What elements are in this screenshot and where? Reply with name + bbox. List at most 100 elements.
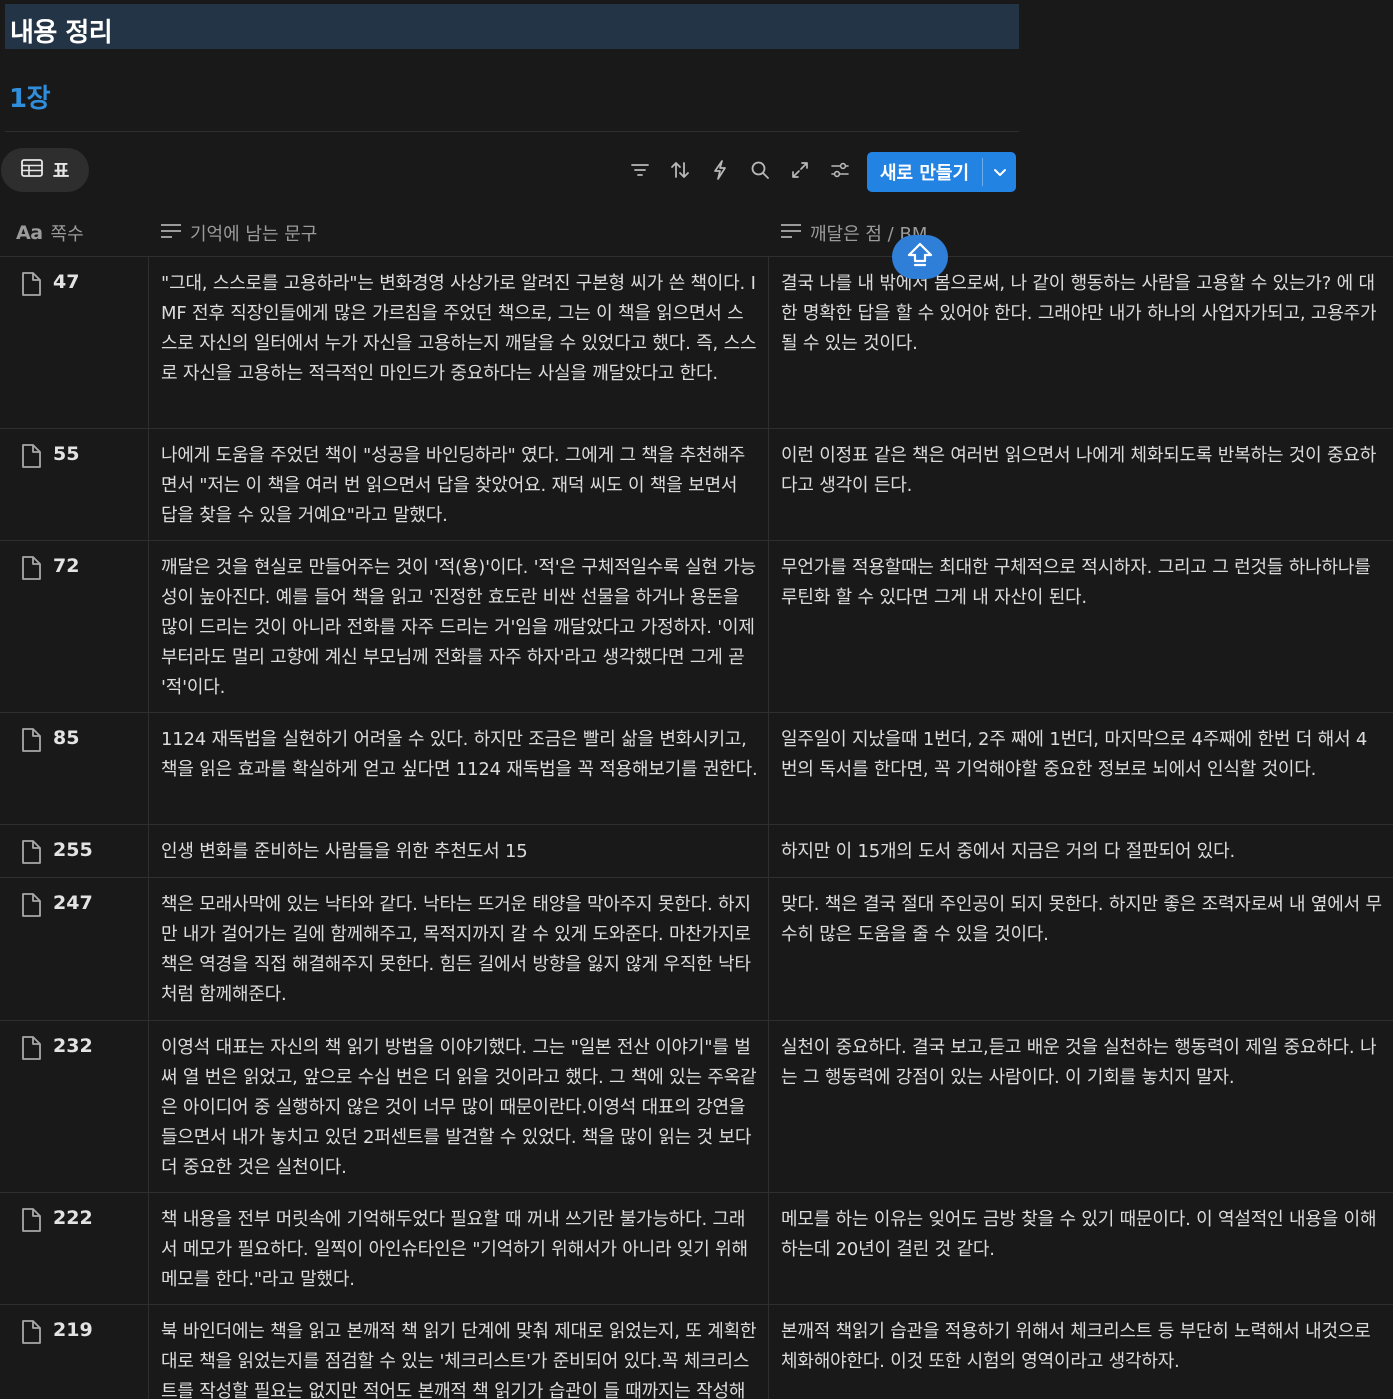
search-icon bbox=[750, 160, 770, 184]
page-number: 85 bbox=[53, 727, 80, 749]
chapter-heading[interactable]: 1장 bbox=[9, 78, 51, 115]
page-cell[interactable]: 219 bbox=[0, 1305, 149, 1399]
automation-button[interactable] bbox=[700, 154, 740, 190]
page-number: 255 bbox=[53, 839, 93, 861]
insight-cell[interactable]: 메모를 하는 이유는 잊어도 금방 찾을 수 있기 때문이다. 이 역설적인 내… bbox=[769, 1193, 1393, 1304]
page-number: 247 bbox=[53, 892, 93, 914]
arrow-up-icon bbox=[905, 240, 935, 274]
view-tab-label: 표 bbox=[52, 161, 70, 182]
column-header-page[interactable]: Aa 쪽수 bbox=[16, 220, 84, 246]
insight-text: 이런 이정표 같은 책은 여러번 읽으면서 나에게 체화되도록 반복하는 것이 … bbox=[781, 445, 1377, 496]
table-body: 47 "그대, 스스로를 고용하라"는 변화경영 사상가로 알려진 구본형 씨가… bbox=[0, 257, 1393, 1399]
table-icon bbox=[20, 159, 43, 181]
insight-text: 본깨적 책읽기 습관을 적용하기 위해서 체크리스트 등 부단히 노력해서 내것… bbox=[781, 1321, 1371, 1372]
insight-cell[interactable]: 맞다. 책은 결국 절대 주인공이 되지 못한다. 하지만 좋은 조력자로써 내… bbox=[769, 878, 1393, 1020]
toolbar bbox=[620, 154, 860, 190]
table-row[interactable]: 55 나에게 도움을 주었던 책이 "성공을 바인딩하라" 였다. 그에게 그 … bbox=[0, 429, 1393, 541]
page-cell[interactable]: 55 bbox=[0, 429, 149, 540]
quote-cell[interactable]: 책은 모래사막에 있는 낙타와 같다. 낙타는 뜨거운 태양을 막아주지 못한다… bbox=[149, 878, 769, 1020]
text-property-icon bbox=[160, 223, 182, 244]
insight-text: 결국 나를 내 밖에서 봄으로써, 나 같이 행동하는 사람을 고용할 수 있는… bbox=[781, 273, 1377, 354]
insight-cell[interactable]: 이런 이정표 같은 책은 여러번 읽으면서 나에게 체화되도록 반복하는 것이 … bbox=[769, 429, 1393, 540]
quote-cell[interactable]: 이영석 대표는 자신의 책 읽기 방법을 이야기했다. 그는 "일본 전산 이야… bbox=[149, 1021, 769, 1192]
expand-button[interactable] bbox=[780, 154, 820, 190]
sort-icon bbox=[670, 161, 690, 183]
insight-cell[interactable]: 하지만 이 15개의 도서 중에서 지금은 거의 다 절판되어 있다. bbox=[769, 825, 1393, 877]
title-property-icon: Aa bbox=[16, 222, 43, 244]
insight-cell[interactable]: 결국 나를 내 밖에서 봄으로써, 나 같이 행동하는 사람을 고용할 수 있는… bbox=[769, 257, 1393, 428]
page-document-icon bbox=[20, 443, 42, 473]
new-button-dropdown[interactable] bbox=[983, 152, 1016, 192]
insight-text: 맞다. 책은 결국 절대 주인공이 되지 못한다. 하지만 좋은 조력자로써 내… bbox=[781, 894, 1382, 945]
search-button[interactable] bbox=[740, 154, 780, 190]
page-number: 72 bbox=[53, 555, 80, 577]
quote-cell[interactable]: 인생 변화를 준비하는 사람들을 위한 추천도서 15 bbox=[149, 825, 769, 877]
quote-text: 깨달은 것을 현실로 만들어주는 것이 '적(용)'이다. '적'은 구체적일수… bbox=[161, 557, 757, 698]
expand-icon bbox=[791, 161, 809, 183]
insight-cell[interactable]: 실천이 중요하다. 결국 보고,듣고 배운 것을 실천하는 행동력이 제일 중요… bbox=[769, 1021, 1393, 1192]
insight-text: 실천이 중요하다. 결국 보고,듣고 배운 것을 실천하는 행동력이 제일 중요… bbox=[781, 1037, 1377, 1088]
page-cell[interactable]: 255 bbox=[0, 825, 149, 877]
divider bbox=[5, 131, 1019, 132]
page-number: 55 bbox=[53, 443, 80, 465]
quote-text: 인생 변화를 준비하는 사람들을 위한 추천도서 15 bbox=[161, 841, 528, 862]
filter-button[interactable] bbox=[620, 154, 660, 190]
page-cell[interactable]: 47 bbox=[0, 257, 149, 428]
settings-button[interactable] bbox=[820, 154, 860, 190]
table-row[interactable]: 232 이영석 대표는 자신의 책 읽기 방법을 이야기했다. 그는 "일본 전… bbox=[0, 1021, 1393, 1193]
table-row[interactable]: 219 북 바인더에는 책을 읽고 본깨적 책 읽기 단계에 맞춰 제대로 읽었… bbox=[0, 1305, 1393, 1399]
page-title[interactable]: 내용 정리 bbox=[10, 12, 113, 49]
table-row[interactable]: 247 책은 모래사막에 있는 낙타와 같다. 낙타는 뜨거운 태양을 막아주지… bbox=[0, 878, 1393, 1021]
page-number: 219 bbox=[53, 1319, 93, 1341]
quote-cell[interactable]: 1124 재독법을 실현하기 어려울 수 있다. 하지만 조금은 빨리 삶을 변… bbox=[149, 713, 769, 824]
page-cell[interactable]: 232 bbox=[0, 1021, 149, 1192]
insight-text: 일주일이 지났을때 1번더, 2주 째에 1번더, 마지막으로 4주째에 한번 … bbox=[781, 729, 1368, 780]
filter-icon bbox=[630, 162, 650, 182]
new-button[interactable]: 새로 만들기 bbox=[867, 152, 982, 192]
view-tab-table[interactable]: 표 bbox=[1, 148, 89, 192]
settings-sliders-icon bbox=[830, 161, 850, 183]
page-number: 222 bbox=[53, 1207, 93, 1229]
page-title-bar: 내용 정리 bbox=[5, 4, 1019, 49]
insight-cell[interactable]: 무언가를 적용할때는 최대한 구체적으로 적시하자. 그리고 그 런것들 하나하… bbox=[769, 541, 1393, 712]
page-document-icon bbox=[20, 271, 42, 301]
quote-text: 책은 모래사막에 있는 낙타와 같다. 낙타는 뜨거운 태양을 막아주지 못한다… bbox=[161, 894, 751, 1005]
insight-cell[interactable]: 본깨적 책읽기 습관을 적용하기 위해서 체크리스트 등 부단히 노력해서 내것… bbox=[769, 1305, 1393, 1399]
page-document-icon bbox=[20, 1319, 42, 1349]
quote-cell[interactable]: 나에게 도움을 주었던 책이 "성공을 바인딩하라" 였다. 그에게 그 책을 … bbox=[149, 429, 769, 540]
chevron-down-icon bbox=[993, 163, 1007, 182]
column-header-label: 기억에 남는 문구 bbox=[190, 224, 318, 245]
quote-cell[interactable]: "그대, 스스로를 고용하라"는 변화경영 사상가로 알려진 구본형 씨가 쓴 … bbox=[149, 257, 769, 428]
text-property-icon bbox=[780, 223, 802, 244]
quote-text: 1124 재독법을 실현하기 어려울 수 있다. 하지만 조금은 빨리 삶을 변… bbox=[161, 729, 758, 780]
insight-cell[interactable]: 일주일이 지났을때 1번더, 2주 째에 1번더, 마지막으로 4주째에 한번 … bbox=[769, 713, 1393, 824]
quote-text: 책 내용을 전부 머릿속에 기억해두었다 필요할 때 꺼내 쓰기란 불가능하다.… bbox=[161, 1209, 748, 1290]
insight-text: 메모를 하는 이유는 잊어도 금방 찾을 수 있기 때문이다. 이 역설적인 내… bbox=[781, 1209, 1377, 1260]
quote-text: 나에게 도움을 주었던 책이 "성공을 바인딩하라" 였다. 그에게 그 책을 … bbox=[161, 445, 746, 526]
lightning-icon bbox=[712, 160, 728, 184]
page-cell[interactable]: 85 bbox=[0, 713, 149, 824]
table-row[interactable]: 85 1124 재독법을 실현하기 어려울 수 있다. 하지만 조금은 빨리 삶… bbox=[0, 713, 1393, 825]
quote-text: 이영석 대표는 자신의 책 읽기 방법을 이야기했다. 그는 "일본 전산 이야… bbox=[161, 1037, 757, 1178]
page-document-icon bbox=[20, 839, 42, 869]
page-document-icon bbox=[20, 555, 42, 585]
quote-cell[interactable]: 책 내용을 전부 머릿속에 기억해두었다 필요할 때 꺼내 쓰기란 불가능하다.… bbox=[149, 1193, 769, 1304]
column-header-quote[interactable]: 기억에 남는 문구 bbox=[160, 220, 317, 246]
column-header-label: 쪽수 bbox=[50, 224, 84, 245]
page-cell[interactable]: 247 bbox=[0, 878, 149, 1020]
table-row[interactable]: 47 "그대, 스스로를 고용하라"는 변화경영 사상가로 알려진 구본형 씨가… bbox=[0, 257, 1393, 429]
page-number: 47 bbox=[53, 271, 80, 293]
quote-cell[interactable]: 북 바인더에는 책을 읽고 본깨적 책 읽기 단계에 맞춰 제대로 읽었는지, … bbox=[149, 1305, 769, 1399]
page-cell[interactable]: 72 bbox=[0, 541, 149, 712]
page-root: 내용 정리 1장 표 새로 만들기 Aa 쪽수 기억에 남는 문구 깨달은 점 … bbox=[0, 0, 1393, 1399]
page-cell[interactable]: 222 bbox=[0, 1193, 149, 1304]
table-row[interactable]: 255 인생 변화를 준비하는 사람들을 위한 추천도서 15 하지만 이 15… bbox=[0, 825, 1393, 878]
scroll-to-top-button[interactable] bbox=[892, 235, 948, 279]
sort-button[interactable] bbox=[660, 154, 700, 190]
insight-text: 하지만 이 15개의 도서 중에서 지금은 거의 다 절판되어 있다. bbox=[781, 841, 1235, 862]
table-row[interactable]: 72 깨달은 것을 현실로 만들어주는 것이 '적(용)'이다. '적'은 구체… bbox=[0, 541, 1393, 713]
page-document-icon bbox=[20, 1207, 42, 1237]
insight-text: 무언가를 적용할때는 최대한 구체적으로 적시하자. 그리고 그 런것들 하나하… bbox=[781, 557, 1371, 608]
quote-cell[interactable]: 깨달은 것을 현실로 만들어주는 것이 '적(용)'이다. '적'은 구체적일수… bbox=[149, 541, 769, 712]
table-row[interactable]: 222 책 내용을 전부 머릿속에 기억해두었다 필요할 때 꺼내 쓰기란 불가… bbox=[0, 1193, 1393, 1305]
